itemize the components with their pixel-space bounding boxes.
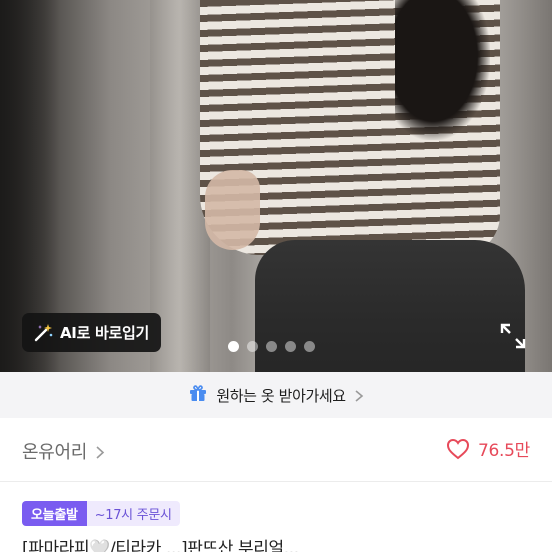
product-page: AI로 바로입기 원하는 옷 받아가세요 온유어리 76.5만 오늘출발 ~17… (0, 0, 552, 552)
seller-name: 온유어리 (22, 442, 88, 463)
magic-wand-icon (32, 322, 54, 344)
promo-banner[interactable]: 원하는 옷 받아가세요 (0, 372, 552, 418)
photo-hand (205, 170, 260, 250)
carousel-dot-5[interactable] (304, 341, 315, 352)
ai-try-on-button[interactable]: AI로 바로입기 (22, 313, 161, 352)
product-title: [파마라피🤍/티라카 ...]판뜨산 부리얼... (22, 539, 299, 552)
like-button[interactable]: 76.5만 (446, 436, 530, 461)
seller-row: 온유어리 76.5만 (0, 418, 552, 482)
carousel-indicator (228, 341, 315, 352)
shipping-badges: 오늘출발 ~17시 주문시 (22, 501, 180, 526)
photo-pants (255, 240, 525, 372)
promo-banner-label: 원하는 옷 받아가세요 (216, 386, 346, 405)
product-photo[interactable]: AI로 바로입기 (0, 0, 552, 372)
gift-icon (188, 383, 208, 407)
expand-icon[interactable] (498, 321, 528, 351)
likes-count: 76.5만 (478, 441, 530, 461)
photo-hair (395, 0, 490, 140)
carousel-dot-2[interactable] (247, 341, 258, 352)
order-deadline-badge: ~17시 주문시 (86, 501, 180, 526)
same-day-badge: 오늘출발 (22, 501, 87, 526)
seller-link[interactable]: 온유어리 (22, 438, 105, 464)
carousel-dot-4[interactable] (285, 341, 296, 352)
ai-try-on-label: AI로 바로입기 (60, 324, 150, 342)
heart-icon (446, 438, 470, 460)
carousel-dot-1[interactable] (228, 341, 239, 352)
chevron-right-icon (354, 388, 364, 402)
carousel-dot-3[interactable] (266, 341, 277, 352)
chevron-right-icon (95, 444, 105, 459)
